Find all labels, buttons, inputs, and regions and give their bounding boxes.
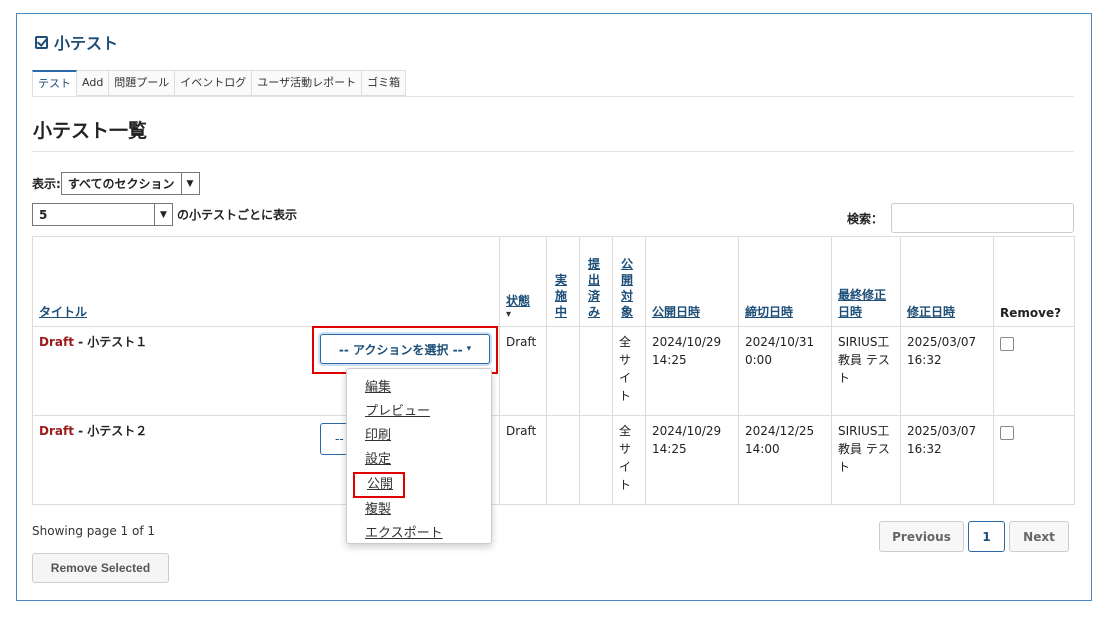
dropdown-arrow-icon: ▼ — [154, 204, 172, 225]
action-menu: 編集 プレビュー 印刷 設定 公開 複製 エクスポート — [346, 368, 492, 544]
tab-test[interactable]: テスト — [32, 70, 77, 96]
checkbox-icon — [35, 35, 48, 49]
quiz-table: タイトル 状態 ▾ 実施中 提出済み 公開対象 公開日時 締切日時 最終修正日時 … — [32, 236, 1075, 505]
col-status[interactable]: 状態 ▾ — [499, 236, 547, 327]
due-date-cell: 2024/10/31 0:00 — [738, 326, 832, 416]
per-page-select[interactable]: 5 ▼ — [32, 203, 173, 226]
sort-in-progress-link[interactable]: 実施中 — [555, 272, 568, 320]
menu-item-export[interactable]: エクスポート — [365, 522, 491, 546]
status-cell: Draft — [499, 326, 547, 416]
modified-by-cell: SIRIUS工教員 テスト — [831, 415, 901, 505]
audience-text: 全サイト — [619, 335, 632, 403]
menu-item-publish[interactable]: 公開 — [353, 472, 405, 498]
col-title[interactable]: タイトル — [32, 236, 500, 327]
tab-divider — [32, 96, 1074, 97]
section-select[interactable]: すべてのセクション ▼ — [60, 172, 200, 195]
modified-date-cell: 2025/03/07 16:32 — [900, 326, 994, 416]
sort-status-link[interactable]: 状態 — [506, 294, 530, 308]
sort-title-link[interactable]: タイトル — [39, 305, 87, 319]
table-row: Draft - 小テスト１ Draft 全サイト 2024/10/29 14:2… — [32, 326, 1075, 416]
col-submitted[interactable]: 提出済み — [579, 236, 613, 327]
quiz-title: 小テスト２ — [87, 424, 148, 438]
section-select-value: すべてのセクション — [67, 177, 175, 191]
page-number-button[interactable]: 1 — [968, 521, 1005, 552]
audience-cell: 全サイト — [612, 326, 646, 416]
remove-selected-button[interactable]: Remove Selected — [32, 553, 169, 583]
tool-title-text: 小テスト — [54, 34, 119, 53]
previous-button[interactable]: Previous — [879, 521, 964, 552]
audience-cell: 全サイト — [612, 415, 646, 505]
filter-label: 表示: — [32, 177, 61, 191]
action-select-label: -- アクションを選択 -- — [338, 342, 463, 357]
title-separator: - — [73, 424, 88, 438]
tab-question-pool[interactable]: 問題プール — [109, 70, 176, 96]
table-header-row: タイトル 状態 ▾ 実施中 提出済み 公開対象 公開日時 締切日時 最終修正日時 … — [32, 236, 1075, 327]
search-input[interactable] — [891, 203, 1075, 233]
next-button[interactable]: Next — [1009, 521, 1069, 552]
modified-by-cell: SIRIUS工教員 テスト — [831, 326, 901, 416]
status-cell: Draft — [499, 415, 547, 505]
col-remove: Remove? — [993, 236, 1075, 327]
tab-trash[interactable]: ゴミ箱 — [362, 70, 407, 96]
remove-cell — [993, 326, 1075, 416]
page-status-text: Showing page 1 of 1 — [32, 524, 155, 538]
sort-modified-date-link[interactable]: 修正日時 — [907, 305, 955, 319]
tool-tabs: テスト Add 問題プール イベントログ ユーザ活動レポート ゴミ箱 — [32, 70, 407, 96]
caret-down-icon: ▾ — [466, 344, 472, 354]
per-page-suffix: の小テストごとに表示 — [177, 208, 298, 222]
page-title: 小テスト一覧 — [33, 120, 148, 142]
sort-last-modified-by-link[interactable]: 最終修正日時 — [838, 288, 886, 319]
menu-item-duplicate[interactable]: 複製 — [365, 498, 491, 522]
col-in-progress[interactable]: 実施中 — [546, 236, 580, 327]
audience-text: 全サイト — [619, 424, 632, 492]
draft-label: Draft — [39, 424, 74, 438]
search-area: 検索： — [847, 203, 1075, 233]
remove-cell — [993, 415, 1075, 505]
tab-user-activity-report[interactable]: ユーザ活動レポート — [252, 70, 363, 96]
in-progress-cell — [546, 415, 580, 505]
dropdown-arrow-icon: ▼ — [180, 173, 199, 194]
sort-icon: ▾ — [506, 309, 512, 320]
open-date-cell: 2024/10/29 14:25 — [645, 415, 739, 505]
title-separator: - — [73, 335, 88, 349]
tool-title: 小テスト — [35, 30, 118, 54]
table-row: Draft - 小テスト２ Draft 全サイト 2024/10/29 14:2… — [32, 415, 1075, 505]
per-page-value: 5 — [39, 207, 48, 222]
search-label: 検索： — [847, 211, 884, 226]
open-date-cell: 2024/10/29 14:25 — [645, 326, 739, 416]
col-modified-date[interactable]: 修正日時 — [900, 236, 994, 327]
menu-item-settings[interactable]: 設定 — [365, 448, 491, 472]
col-audience[interactable]: 公開対象 — [612, 236, 646, 327]
action-highlight-box: -- アクションを選択 -- ▾ — [312, 326, 498, 374]
title-divider — [32, 151, 1074, 152]
remove-checkbox[interactable] — [1000, 337, 1014, 351]
col-last-modified-by[interactable]: 最終修正日時 — [831, 236, 901, 327]
menu-item-edit[interactable]: 編集 — [365, 376, 491, 400]
menu-item-print[interactable]: 印刷 — [365, 424, 491, 448]
pagination: Previous 1 Next — [879, 521, 1069, 552]
sort-open-date-link[interactable]: 公開日時 — [652, 305, 700, 319]
action-select-button[interactable]: -- アクションを選択 -- ▾ — [320, 334, 490, 364]
tab-add[interactable]: Add — [77, 70, 110, 96]
per-page-control: 5 ▼ の小テストごとに表示 — [32, 203, 297, 226]
tab-event-log[interactable]: イベントログ — [175, 70, 253, 96]
col-open-date[interactable]: 公開日時 — [645, 236, 739, 327]
menu-item-preview[interactable]: プレビュー — [365, 400, 491, 424]
remove-checkbox[interactable] — [1000, 426, 1014, 440]
section-filter: 表示: すべてのセクション ▼ — [32, 172, 200, 195]
sort-submitted-link[interactable]: 提出済み — [588, 256, 601, 320]
sort-audience-link[interactable]: 公開対象 — [621, 256, 634, 320]
submitted-cell — [579, 326, 613, 416]
quiz-tool-frame: 小テスト テスト Add 問題プール イベントログ ユーザ活動レポート ゴミ箱 … — [16, 13, 1092, 601]
col-due-date[interactable]: 締切日時 — [738, 236, 832, 327]
submitted-cell — [579, 415, 613, 505]
quiz-title: 小テスト１ — [87, 335, 148, 349]
sort-due-date-link[interactable]: 締切日時 — [745, 305, 793, 319]
due-date-cell: 2024/12/25 14:00 — [738, 415, 832, 505]
modified-date-cell: 2025/03/07 16:32 — [900, 415, 994, 505]
draft-label: Draft — [39, 335, 74, 349]
in-progress-cell — [546, 326, 580, 416]
